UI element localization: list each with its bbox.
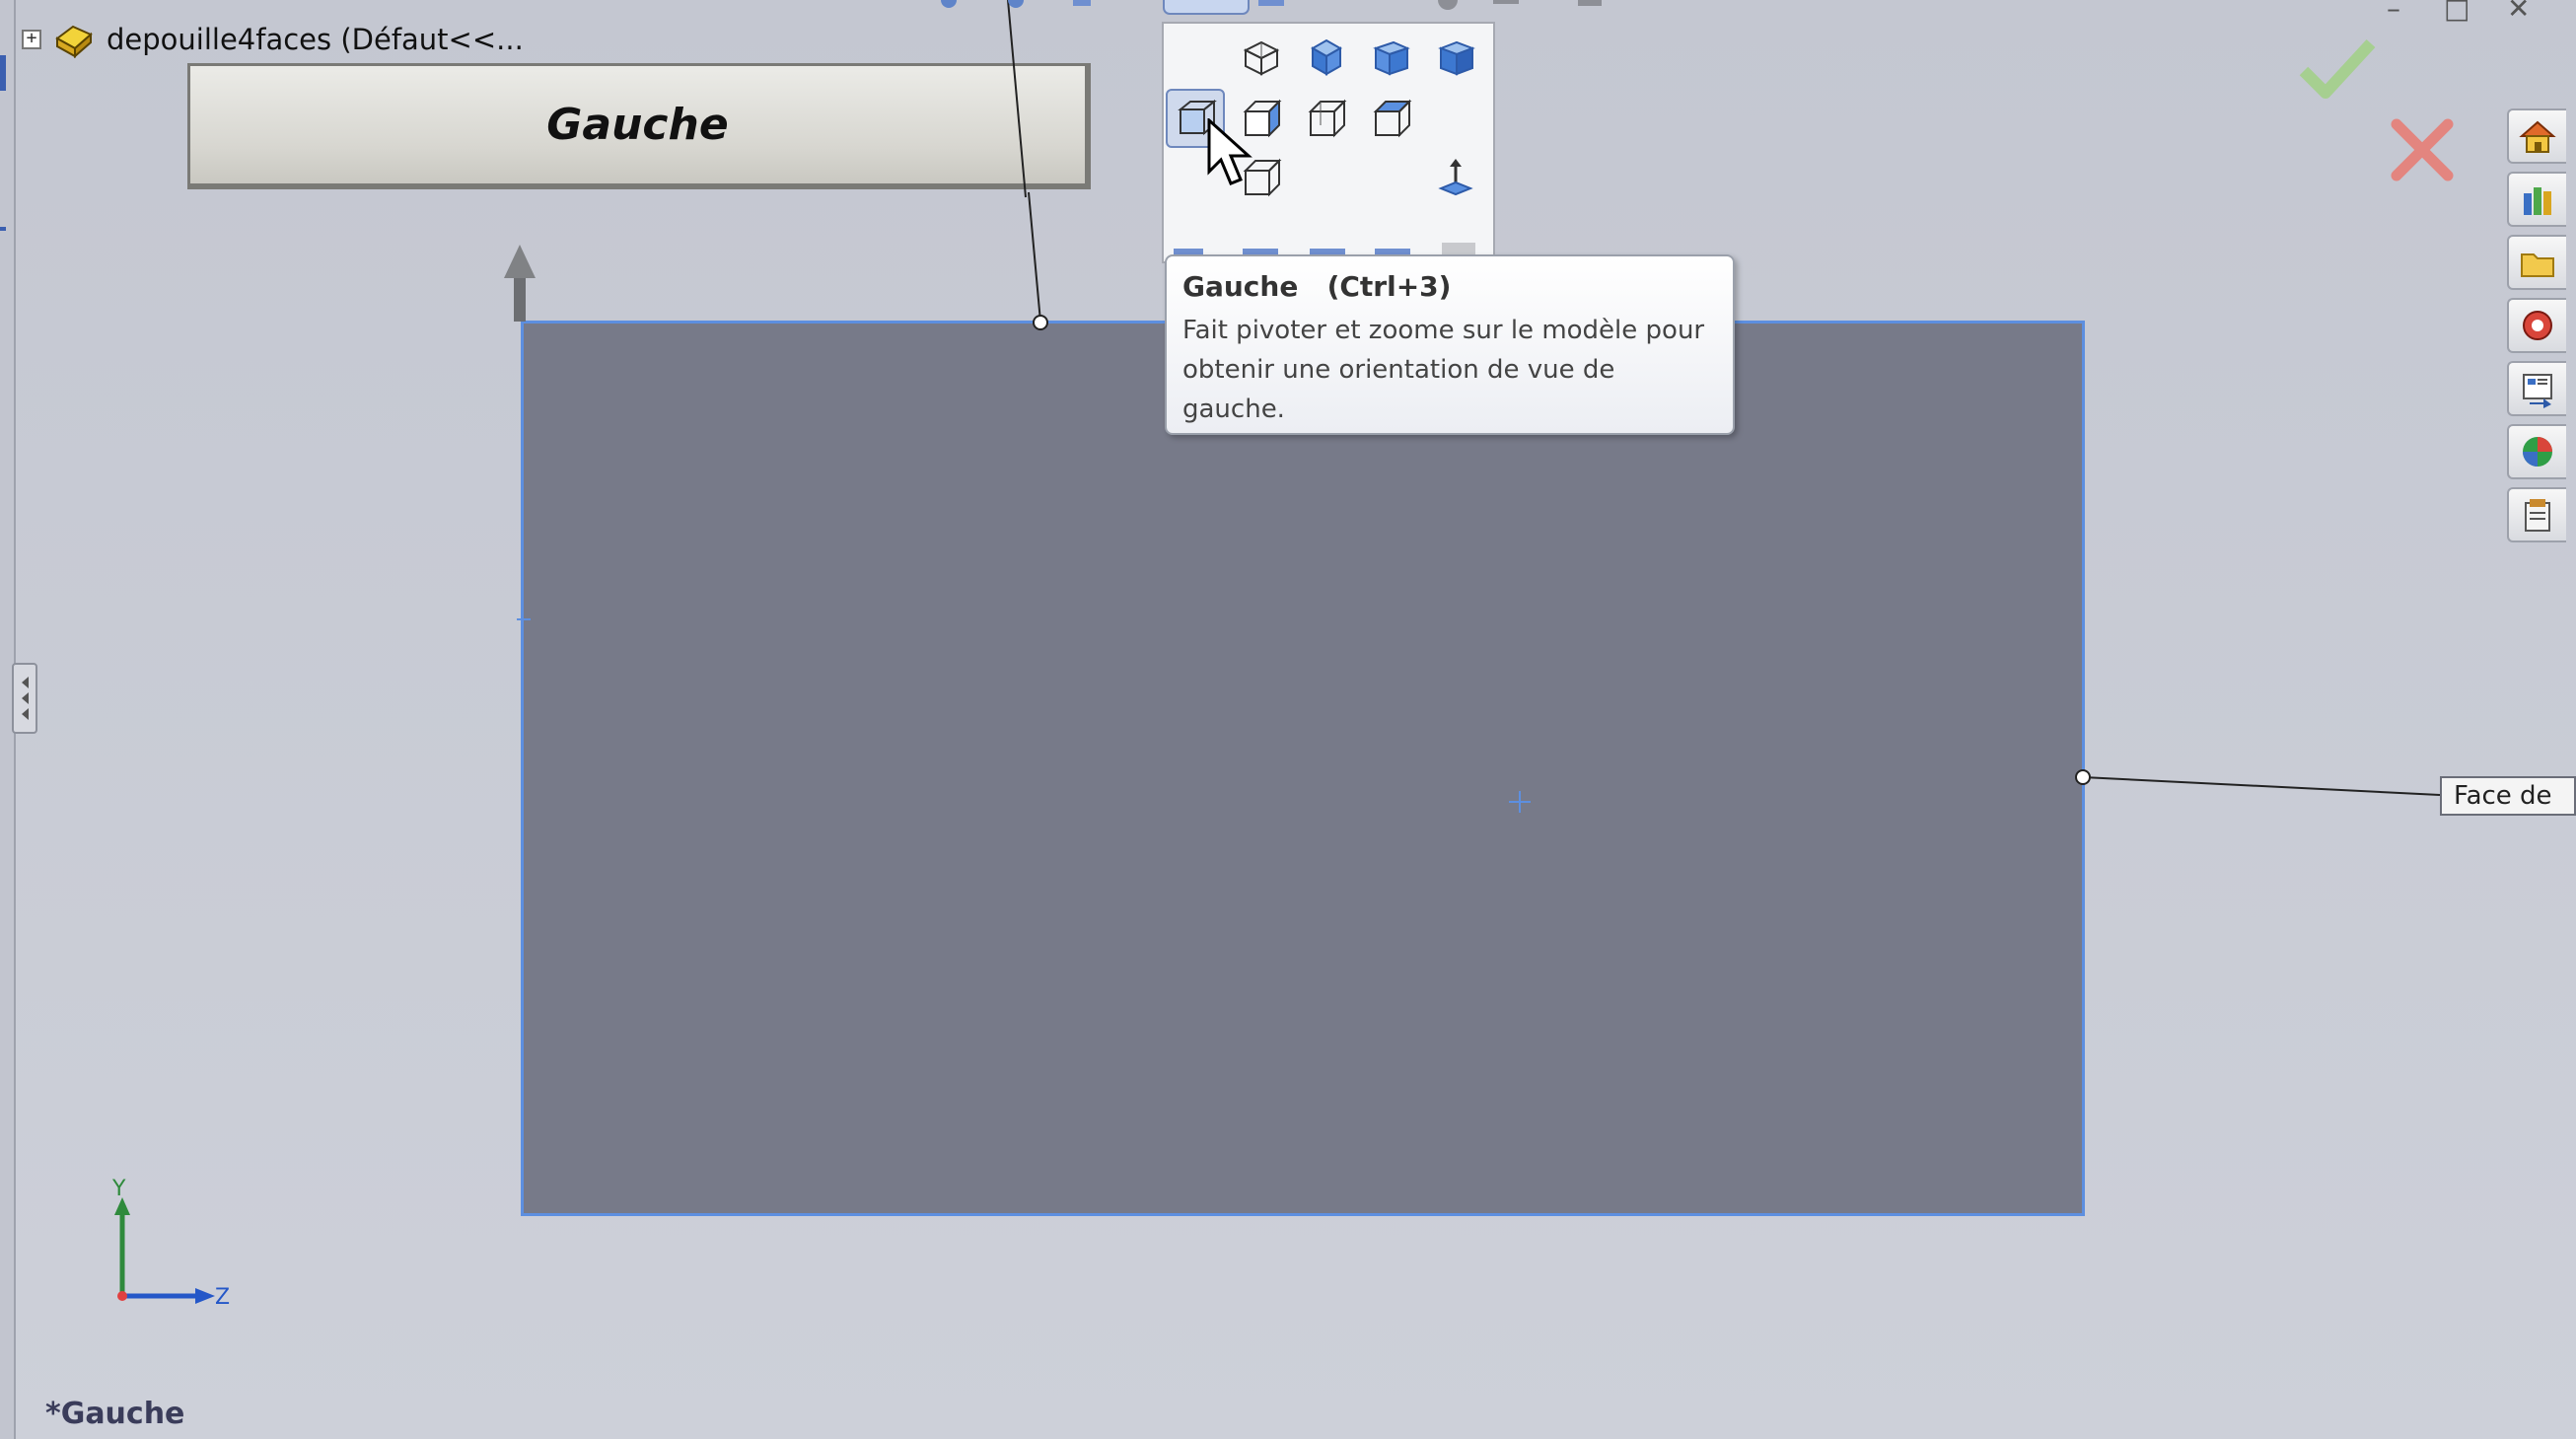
y-axis-label: Y <box>111 1177 126 1201</box>
leader-line <box>1028 191 1041 323</box>
dimetric-view-icon[interactable] <box>1361 28 1420 87</box>
cancel-x-icon[interactable] <box>2389 116 2456 183</box>
home-icon[interactable] <box>2507 108 2566 164</box>
zoom-area-icon <box>1008 0 1024 8</box>
close-icon[interactable]: ✕ <box>2507 0 2530 25</box>
direction-arrow-shaft <box>514 272 526 322</box>
heads-up-toolbar[interactable] <box>927 0 1617 16</box>
view-orientation-panel[interactable] <box>1162 22 1495 263</box>
isometric-view-icon[interactable] <box>1231 28 1290 87</box>
tooltip-title: Gauche (Ctrl+3) <box>1182 270 1452 303</box>
zoom-icon <box>941 0 957 8</box>
view-palette-icon[interactable] <box>2507 361 2566 416</box>
mouse-cursor-icon <box>1207 118 1252 185</box>
design-library-icon[interactable] <box>2507 172 2566 227</box>
restore-icon[interactable]: □ <box>2444 0 2469 25</box>
x-axis-dot <box>117 1291 127 1301</box>
face-callout-label[interactable]: Face de <box>2440 776 2576 816</box>
z-axis-label: Z <box>215 1285 230 1310</box>
file-explorer-icon[interactable] <box>2507 235 2566 290</box>
appearance-icon <box>1438 0 1458 10</box>
z-axis-arrow <box>195 1288 215 1304</box>
scene-icon <box>1493 0 1519 4</box>
graphics-area[interactable]: + depouille4faces (Défaut<<... Gauche Ga… <box>0 0 2576 1439</box>
bottom-view-icon[interactable] <box>1361 89 1420 148</box>
view-orientation-button <box>1163 0 1250 15</box>
display-style-icon <box>1258 0 1284 6</box>
rotate-icon <box>1073 0 1091 6</box>
view-selector-icon[interactable] <box>1426 148 1485 207</box>
trimetric-view-icon[interactable] <box>1296 28 1355 87</box>
direction-arrow-head <box>504 245 536 278</box>
tooltip-body: Fait pivoter et zoome sur le modèle pour… <box>1182 316 1705 424</box>
leader-anchor <box>1033 315 1048 330</box>
leader-line <box>2082 776 2441 796</box>
tooltip: Gauche (Ctrl+3) Fait pivoter et zoome su… <box>1165 254 1735 435</box>
view-title: *Gauche <box>45 1397 185 1431</box>
monitor-icon <box>1578 0 1602 6</box>
leader-line <box>1007 0 1027 198</box>
top-view-icon[interactable] <box>1296 89 1355 148</box>
coordinate-triad: Y Z <box>111 1177 230 1310</box>
search-3d-icon[interactable] <box>2507 298 2566 353</box>
normal-to-view-icon[interactable] <box>1426 28 1485 87</box>
minimize-icon[interactable]: – <box>2387 0 2400 25</box>
confirm-check-icon[interactable] <box>2298 36 2377 105</box>
leader-anchor <box>2075 769 2091 785</box>
task-pane <box>2507 108 2576 550</box>
appearances-icon[interactable] <box>2507 424 2566 479</box>
custom-properties-icon[interactable] <box>2507 487 2566 542</box>
